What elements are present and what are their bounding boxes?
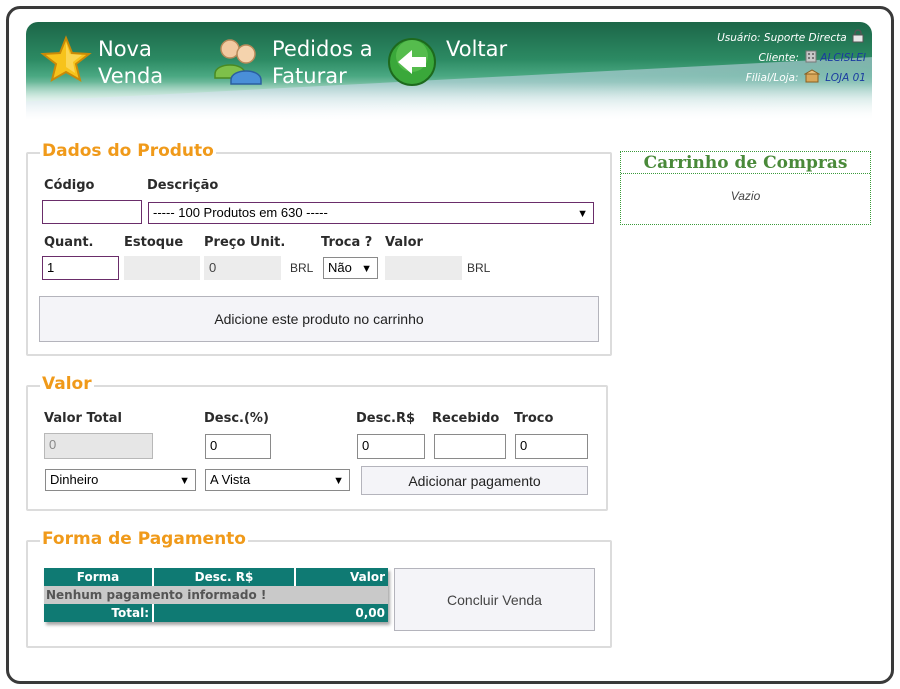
codigo-label: Código	[44, 178, 95, 193]
preco-field: 0	[204, 256, 281, 280]
valor-total-label: Valor Total	[44, 411, 122, 426]
recebido-input[interactable]	[434, 434, 506, 459]
troco-input[interactable]: 0	[515, 434, 588, 459]
lock-icon[interactable]	[852, 29, 864, 43]
top-header: Nova Venda Pedidos a Faturar Voltar Usuá…	[26, 22, 872, 120]
store-icon	[803, 69, 820, 83]
client-value[interactable]: ALCISLEI	[820, 52, 866, 64]
nav-pedidos-line2: Faturar	[272, 64, 347, 88]
total-label: Total:	[44, 604, 154, 622]
store-label: Filial/Loja:	[745, 72, 799, 84]
building-icon	[805, 50, 817, 63]
payment-table-header: Forma Desc. R$ Valor	[44, 568, 388, 586]
payment-table: Forma Desc. R$ Valor Nenhum pagamento in…	[44, 568, 388, 622]
total-value: 0,00	[355, 606, 385, 620]
preco-currency: BRL	[290, 261, 314, 275]
payment-total-row: Total: 0,00	[44, 604, 388, 622]
dropdown-arrow-icon: ▼	[333, 475, 344, 487]
valor-legend: Valor	[40, 374, 94, 394]
desc-pct-label: Desc.(%)	[204, 411, 269, 426]
add-to-cart-button[interactable]: Adicione este produto no carrinho	[39, 296, 599, 342]
descricao-label: Descrição	[147, 178, 219, 193]
valor-label: Valor	[385, 235, 423, 250]
produto-legend: Dados do Produto	[40, 141, 216, 161]
descricao-select[interactable]: ----- 100 Produtos em 630 ----- ▼	[148, 202, 594, 224]
dropdown-arrow-icon: ▼	[361, 263, 372, 275]
dropdown-arrow-icon: ▼	[577, 208, 588, 220]
client-label: Cliente:	[758, 52, 799, 64]
nav-nova-venda[interactable]: Nova Venda	[38, 32, 163, 90]
star-icon	[40, 35, 92, 83]
desc-rs-input[interactable]: 0	[357, 434, 425, 459]
payment-term-select[interactable]: A Vista ▼	[205, 469, 350, 491]
user-label: Usuário:	[717, 32, 761, 44]
troco-label: Troco	[514, 411, 554, 426]
conclude-sale-button[interactable]: Concluir Venda	[394, 568, 595, 631]
troca-label: Troca ?	[321, 235, 373, 250]
nav-nova-venda-line2: Venda	[98, 64, 164, 88]
quant-label: Quant.	[44, 235, 94, 250]
recebido-label: Recebido	[432, 411, 500, 426]
nav-voltar[interactable]: Voltar	[384, 32, 507, 88]
table-row: Nenhum pagamento informado !	[44, 586, 388, 604]
col-forma: Forma	[44, 568, 154, 586]
desc-rs-label: Desc.R$	[356, 411, 416, 426]
users-icon	[214, 39, 262, 85]
desc-pct-input[interactable]: 0	[205, 434, 271, 459]
session-info: Usuário: Suporte Directa Cliente: ALCISL…	[717, 28, 866, 88]
payment-method-select[interactable]: Dinheiro ▼	[45, 469, 196, 491]
back-arrow-icon	[388, 38, 436, 86]
payment-empty-message: Nenhum pagamento informado !	[46, 588, 267, 602]
col-desc: Desc. R$	[154, 568, 296, 586]
user-value: Suporte Directa	[763, 32, 847, 44]
store-value[interactable]: LOJA 01	[825, 72, 866, 84]
valor-currency: BRL	[467, 261, 491, 275]
dropdown-arrow-icon: ▼	[179, 475, 190, 487]
nav-nova-venda-line1: Nova	[98, 37, 152, 61]
codigo-input[interactable]	[42, 200, 142, 224]
pagamento-legend: Forma de Pagamento	[40, 529, 248, 549]
quant-input[interactable]: 1	[42, 256, 119, 280]
valor-total-field: 0	[44, 433, 153, 459]
preco-label: Preço Unit.	[204, 235, 286, 250]
nav-voltar-label: Voltar	[446, 37, 508, 61]
payment-method-selected: Dinheiro	[50, 472, 99, 487]
col-valor: Valor	[349, 570, 385, 584]
nav-pedidos-faturar[interactable]: Pedidos a Faturar	[210, 32, 373, 90]
nav-pedidos-line1: Pedidos a	[272, 37, 373, 61]
cart-empty-text: Vazio	[730, 189, 761, 203]
add-payment-button[interactable]: Adicionar pagamento	[361, 466, 588, 495]
estoque-field	[124, 256, 200, 280]
cart-title: Carrinho de Compras	[621, 152, 870, 174]
valor-field	[385, 256, 462, 280]
descricao-selected: ----- 100 Produtos em 630 -----	[153, 205, 328, 220]
estoque-label: Estoque	[124, 235, 184, 250]
troca-selected: Não	[328, 260, 352, 275]
troca-select[interactable]: Não ▼	[323, 257, 378, 279]
cart-panel: Carrinho de Compras Vazio	[620, 151, 871, 225]
payment-term-selected: A Vista	[210, 472, 251, 487]
